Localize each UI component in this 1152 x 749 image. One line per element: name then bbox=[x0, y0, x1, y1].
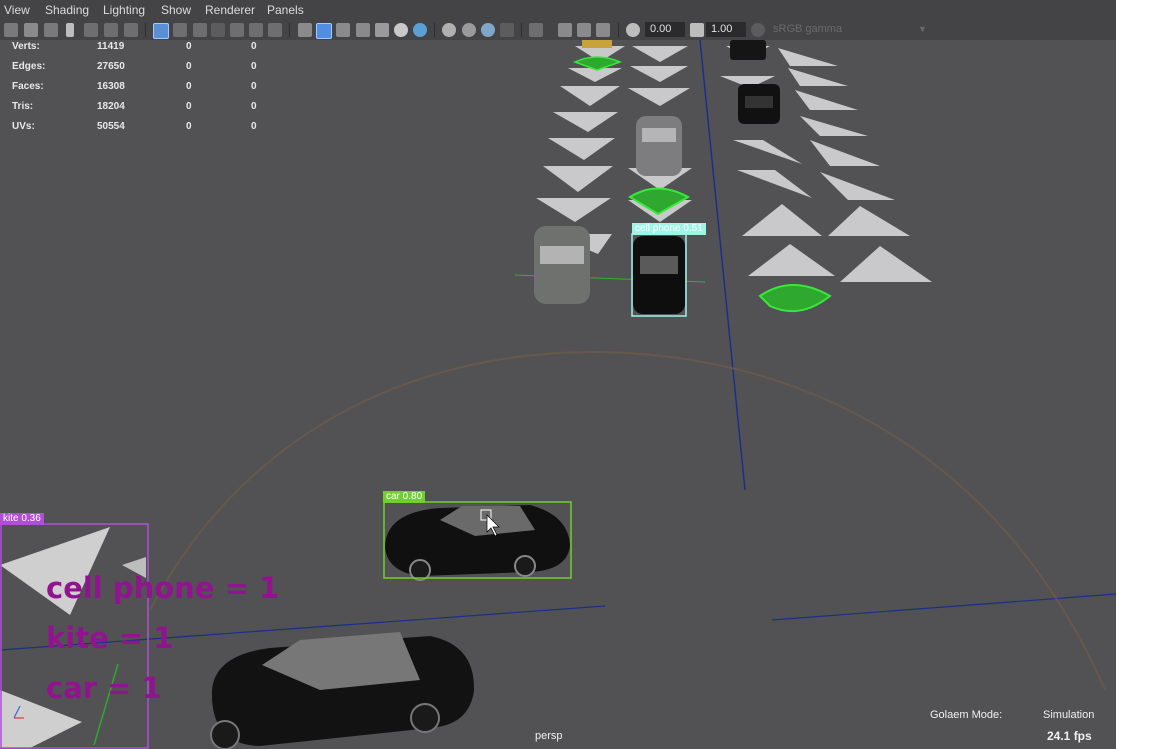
agent-marker bbox=[632, 46, 688, 62]
car-model-mid bbox=[385, 505, 570, 581]
grid-icon[interactable] bbox=[153, 23, 169, 39]
agent-marker bbox=[733, 140, 802, 164]
toolbar-divider bbox=[618, 23, 619, 37]
use-lights-icon[interactable] bbox=[394, 23, 408, 37]
hud-row-tris: Tris: 18204 0 0 bbox=[12, 101, 257, 112]
car-model-far-3 bbox=[738, 84, 780, 124]
select-camera-icon[interactable] bbox=[4, 23, 18, 37]
textured-icon[interactable] bbox=[375, 23, 389, 37]
camera-lock-icon[interactable] bbox=[44, 23, 58, 37]
chevron-down-icon[interactable]: ▼ bbox=[918, 24, 927, 34]
car-model-far-1 bbox=[582, 40, 612, 48]
exposure-icon[interactable] bbox=[626, 23, 640, 37]
car-model-grey-2 bbox=[534, 226, 590, 304]
count-car: car = 1 bbox=[46, 671, 162, 705]
agent-marker bbox=[630, 66, 688, 82]
toolbar-divider bbox=[434, 23, 435, 37]
panel-menubar: View Shading Lighting Show Renderer Pane… bbox=[0, 0, 1116, 20]
golaem-mode-value: Simulation bbox=[1043, 709, 1095, 721]
backface-icon[interactable] bbox=[577, 23, 591, 37]
agent-marker bbox=[536, 198, 611, 222]
panel-toolbar: 0.00 1.00 sRGB gamma ▼ bbox=[0, 20, 1116, 40]
detection-label-car: car 0.80 bbox=[383, 491, 426, 503]
grease-pencil-icon[interactable] bbox=[124, 23, 138, 37]
resolution-gate-icon[interactable] bbox=[193, 23, 207, 37]
detection-label-kite: kite 0.36 bbox=[0, 513, 44, 525]
toolbar-divider bbox=[289, 23, 290, 37]
motion-path-curve bbox=[149, 350, 1106, 691]
agent-marker bbox=[778, 48, 838, 66]
menu-renderer[interactable]: Renderer bbox=[205, 3, 255, 17]
car-model-grey-1 bbox=[636, 116, 682, 176]
menu-show[interactable]: Show bbox=[161, 3, 191, 17]
gamma-field[interactable]: 1.00 bbox=[706, 22, 746, 37]
x-axis-line-far bbox=[771, 593, 1116, 621]
agent-marker bbox=[788, 68, 848, 86]
camera-attributes-icon[interactable] bbox=[24, 23, 38, 37]
golaem-mode-label: Golaem Mode: bbox=[930, 709, 1003, 721]
agent-marker bbox=[548, 138, 615, 160]
shadows-icon[interactable] bbox=[413, 23, 427, 37]
agent-marker bbox=[628, 88, 690, 106]
colorspace-dropdown[interactable]: sRGB gamma bbox=[768, 22, 932, 37]
menu-shading[interactable]: Shading bbox=[45, 3, 89, 17]
menu-view[interactable]: View bbox=[4, 3, 30, 17]
two-d-pan-icon[interactable] bbox=[104, 23, 118, 37]
bookmark-icon[interactable] bbox=[66, 23, 74, 37]
image-plane-icon[interactable] bbox=[84, 23, 98, 37]
agent-marker bbox=[828, 206, 910, 236]
anti-aliasing-icon[interactable] bbox=[481, 23, 495, 37]
isolate-select-icon[interactable] bbox=[529, 23, 543, 37]
crowd-agent-markers bbox=[536, 46, 932, 282]
wireframe-icon[interactable] bbox=[298, 23, 312, 37]
agent-marker bbox=[800, 116, 868, 136]
safe-title-icon[interactable] bbox=[268, 23, 282, 37]
agent-marker bbox=[543, 166, 613, 192]
xray-joints-icon[interactable] bbox=[558, 23, 572, 37]
depth-of-field-icon[interactable] bbox=[500, 23, 514, 37]
safe-action-icon[interactable] bbox=[249, 23, 263, 37]
selection-cone bbox=[758, 284, 832, 313]
car-model-black-center bbox=[633, 236, 685, 314]
agent-marker bbox=[810, 140, 880, 166]
agent-marker bbox=[795, 90, 858, 110]
count-kite: kite = 1 bbox=[46, 621, 174, 655]
ambient-occlusion-icon[interactable] bbox=[442, 23, 456, 37]
hud-row-verts: Verts: 11419 0 0 bbox=[12, 41, 257, 52]
count-cell-phone: cell phone = 1 bbox=[46, 571, 280, 605]
smooth-shade-icon[interactable] bbox=[316, 23, 332, 39]
selection-cone bbox=[628, 187, 691, 216]
exposure-field[interactable]: 0.00 bbox=[645, 22, 685, 37]
hud-row-faces: Faces: 16308 0 0 bbox=[12, 81, 257, 92]
camera-name: persp bbox=[535, 730, 563, 742]
agent-marker bbox=[742, 204, 822, 236]
default-material-icon[interactable] bbox=[336, 23, 350, 37]
agent-marker bbox=[568, 68, 622, 82]
detection-label-cell-phone: cell phone 0.51 bbox=[632, 223, 706, 235]
agent-marker bbox=[748, 244, 835, 276]
fps-readout: 24.1 fps bbox=[1047, 729, 1092, 743]
toolbar-divider bbox=[145, 23, 146, 37]
car-model-foreground bbox=[210, 632, 475, 749]
xray-icon[interactable] bbox=[356, 23, 370, 37]
car-model-far-2 bbox=[730, 40, 766, 60]
hud-toggle-icon[interactable] bbox=[596, 23, 610, 37]
perspective-viewport[interactable]: View Shading Lighting Show Renderer Pane… bbox=[0, 0, 1116, 749]
hud-row-edges: Edges: 27650 0 0 bbox=[12, 61, 257, 72]
film-gate-icon[interactable] bbox=[173, 23, 187, 37]
agent-marker bbox=[820, 172, 895, 200]
agent-marker bbox=[840, 246, 932, 282]
menu-panels[interactable]: Panels bbox=[267, 3, 304, 17]
colorspace-icon[interactable] bbox=[751, 23, 765, 37]
agent-marker bbox=[560, 86, 620, 106]
agent-marker bbox=[737, 170, 812, 198]
menu-lighting[interactable]: Lighting bbox=[103, 3, 145, 17]
motion-blur-icon[interactable] bbox=[462, 23, 476, 37]
agent-marker bbox=[553, 112, 618, 132]
toolbar-divider bbox=[521, 23, 522, 37]
field-chart-icon[interactable] bbox=[230, 23, 244, 37]
hud-row-uvs: UVs: 50554 0 0 bbox=[12, 121, 257, 132]
gamma-icon[interactable] bbox=[690, 23, 704, 37]
gate-mask-icon[interactable] bbox=[211, 23, 225, 37]
